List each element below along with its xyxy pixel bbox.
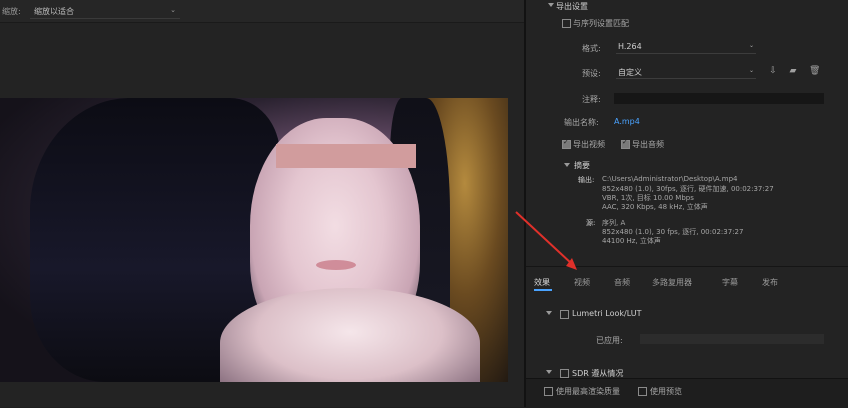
annotation-arrow-icon: [515, 211, 577, 270]
